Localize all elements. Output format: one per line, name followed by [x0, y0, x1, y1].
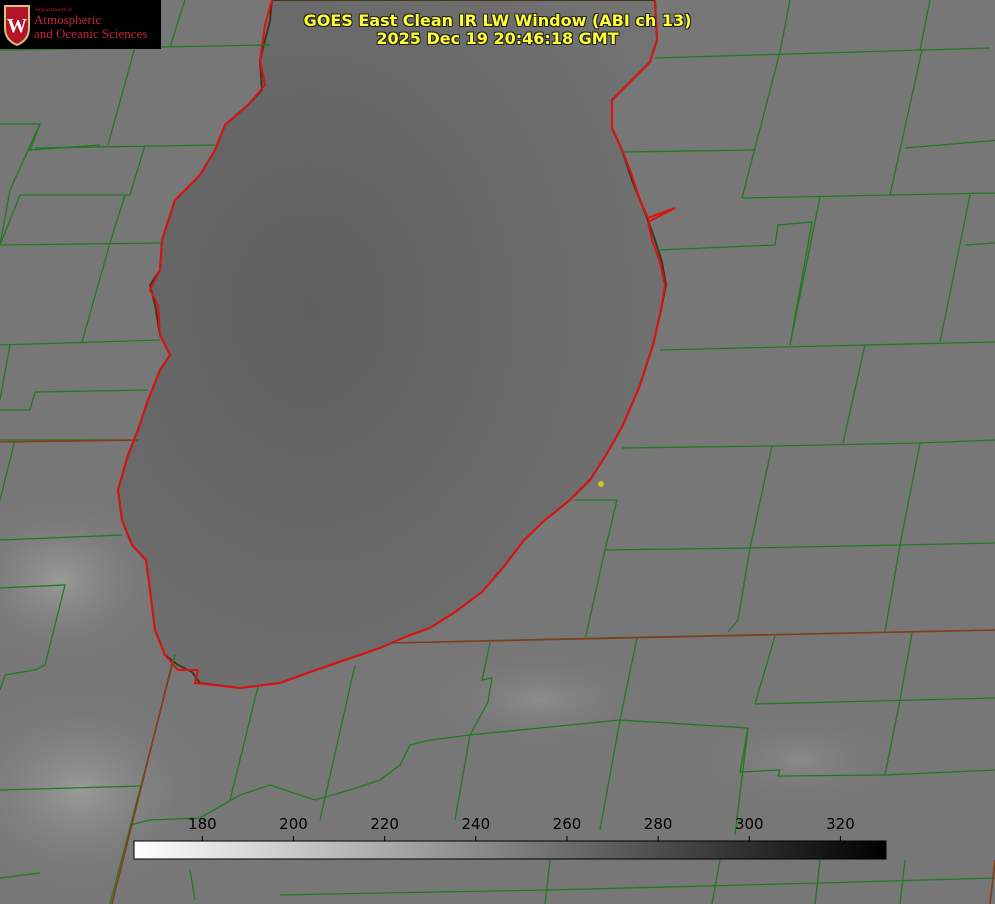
colorbar-tick-label: 180	[188, 815, 217, 833]
cloud-patch	[690, 710, 910, 810]
colorbar-tick-label: 320	[826, 815, 855, 833]
location-marker	[598, 481, 604, 487]
colorbar-tick-label: 260	[552, 815, 582, 833]
colorbar-tick-label: 220	[370, 815, 399, 833]
colorbar	[133, 840, 887, 860]
timestamp: 2025 Dec 19 20:46:18 GMT	[376, 29, 619, 48]
colorbar-tick-label: 280	[643, 815, 673, 833]
satellite-map[interactable]	[0, 0, 995, 904]
colorbar-tick-label: 200	[279, 815, 308, 833]
colorbar-tick-label: 300	[734, 815, 764, 833]
product-title: GOES East Clean IR LW Window (ABI ch 13)	[303, 11, 692, 30]
colorbar-tick-label: 240	[461, 815, 491, 833]
colorbar-labels: 180 200 220 240 260 280 300 320	[0, 815, 995, 835]
